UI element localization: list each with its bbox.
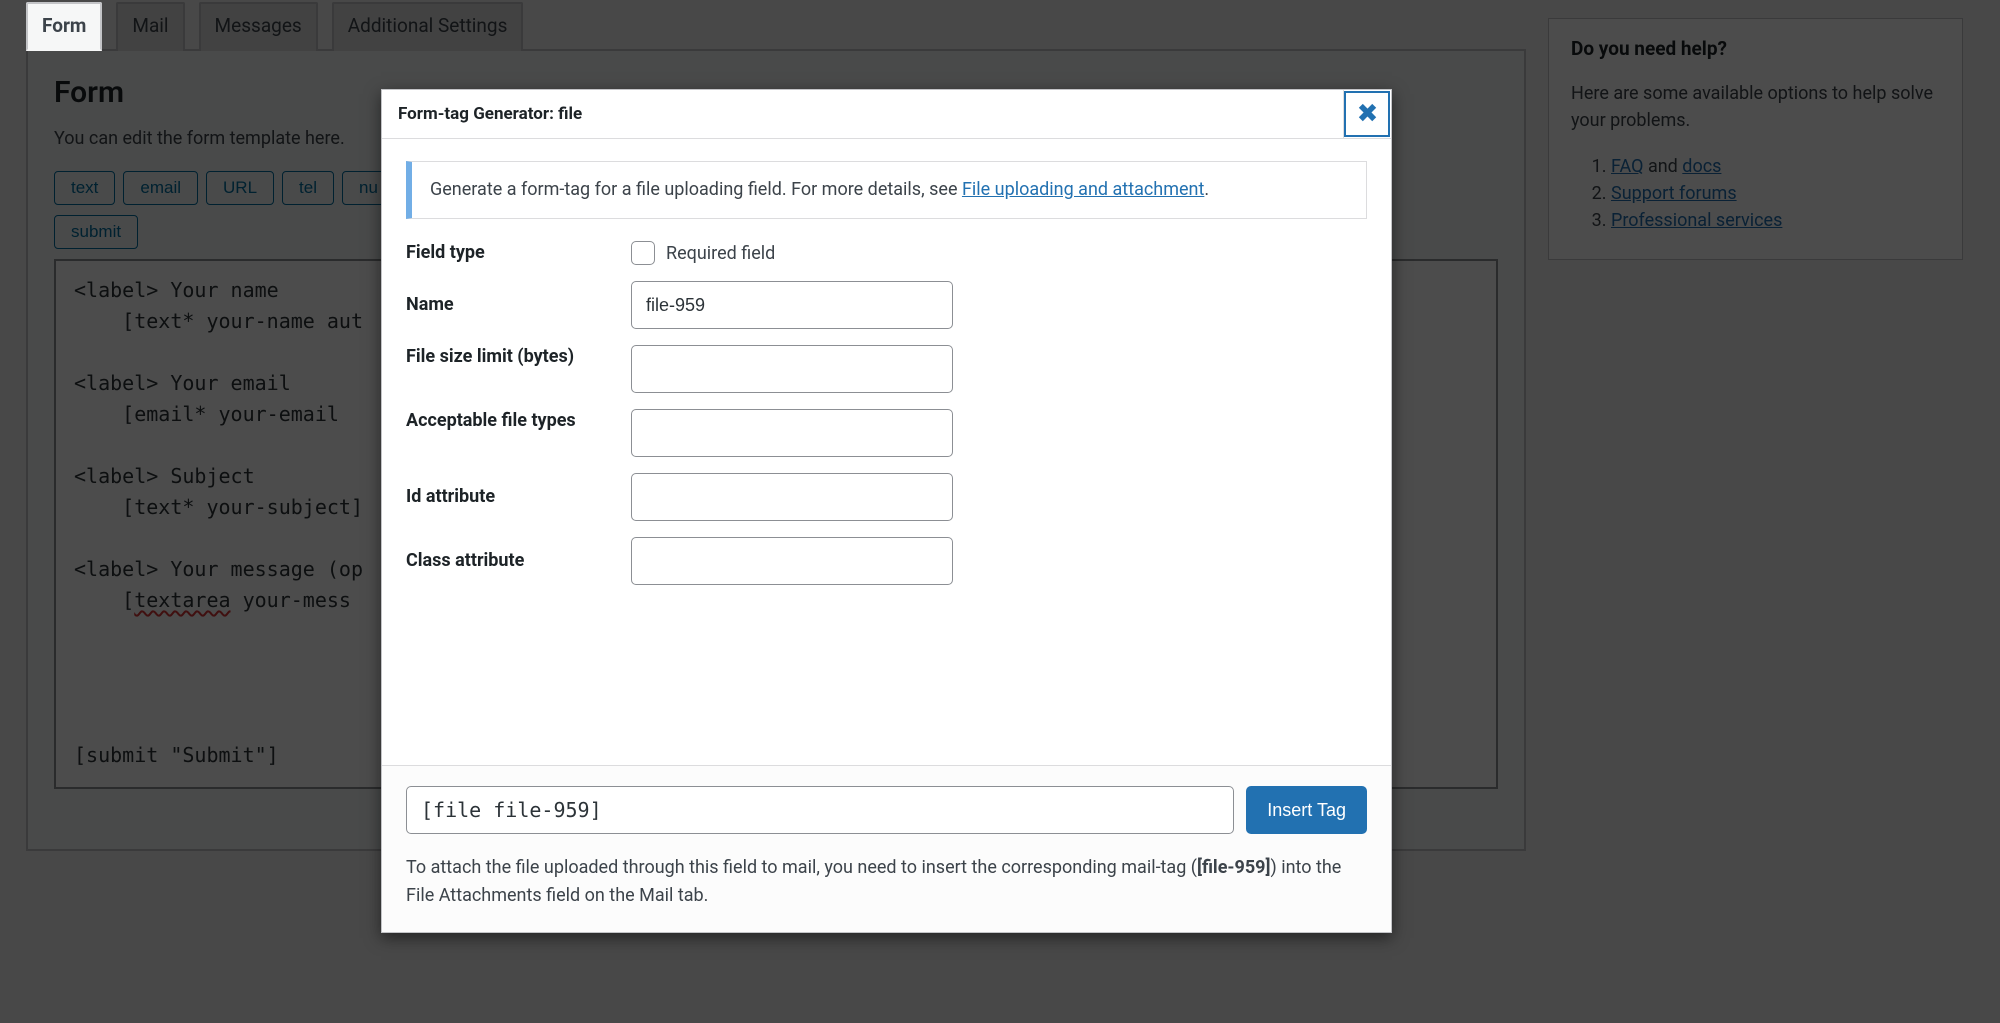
insert-tag-button[interactable]: Insert Tag — [1246, 786, 1367, 834]
row-id: Id attribute — [406, 473, 1367, 521]
info-link-file-uploading[interactable]: File uploading and attachment — [962, 179, 1204, 200]
footer-note-pre: To attach the file uploaded through this… — [406, 857, 1197, 878]
modal-body: Generate a form-tag for a file uploading… — [382, 139, 1391, 765]
label-class: Class attribute — [406, 549, 631, 573]
accept-input[interactable] — [631, 409, 953, 457]
generated-tag-output[interactable] — [406, 786, 1234, 834]
required-label: Required field — [666, 243, 775, 264]
footer-row: Insert Tag — [406, 786, 1367, 834]
row-field-type: Field type Required field — [406, 241, 1367, 265]
close-icon: ✖ — [1357, 99, 1379, 129]
modal-footer: Insert Tag To attach the file uploaded t… — [382, 765, 1391, 932]
name-input[interactable] — [631, 281, 953, 329]
id-input[interactable] — [631, 473, 953, 521]
form-tag-generator-modal: Form-tag Generator: file ✖ Generate a fo… — [381, 89, 1392, 933]
label-name: Name — [406, 293, 631, 317]
label-field-type: Field type — [406, 241, 631, 265]
modal-close-button[interactable]: ✖ — [1343, 90, 1391, 138]
row-name: Name — [406, 281, 1367, 329]
info-text-post: . — [1204, 179, 1209, 200]
filesize-input[interactable] — [631, 345, 953, 393]
modal-title: Form-tag Generator: file — [382, 90, 598, 138]
tab-form[interactable]: Form — [26, 2, 102, 51]
modal-header: Form-tag Generator: file ✖ — [382, 90, 1391, 139]
label-id: Id attribute — [406, 485, 631, 509]
row-class: Class attribute — [406, 537, 1367, 585]
footer-note: To attach the file uploaded through this… — [406, 854, 1367, 910]
row-accept: Acceptable file types — [406, 409, 1367, 457]
label-accept: Acceptable file types — [406, 409, 631, 433]
info-text-pre: Generate a form-tag for a file uploading… — [430, 179, 962, 200]
row-filesize: File size limit (bytes) — [406, 345, 1367, 393]
label-filesize: File size limit (bytes) — [406, 345, 631, 369]
footer-note-tag: [file-959] — [1197, 857, 1271, 878]
required-checkbox[interactable] — [631, 241, 655, 265]
modal-info-box: Generate a form-tag for a file uploading… — [406, 161, 1367, 219]
required-field-wrap: Required field — [631, 241, 775, 265]
class-input[interactable] — [631, 537, 953, 585]
